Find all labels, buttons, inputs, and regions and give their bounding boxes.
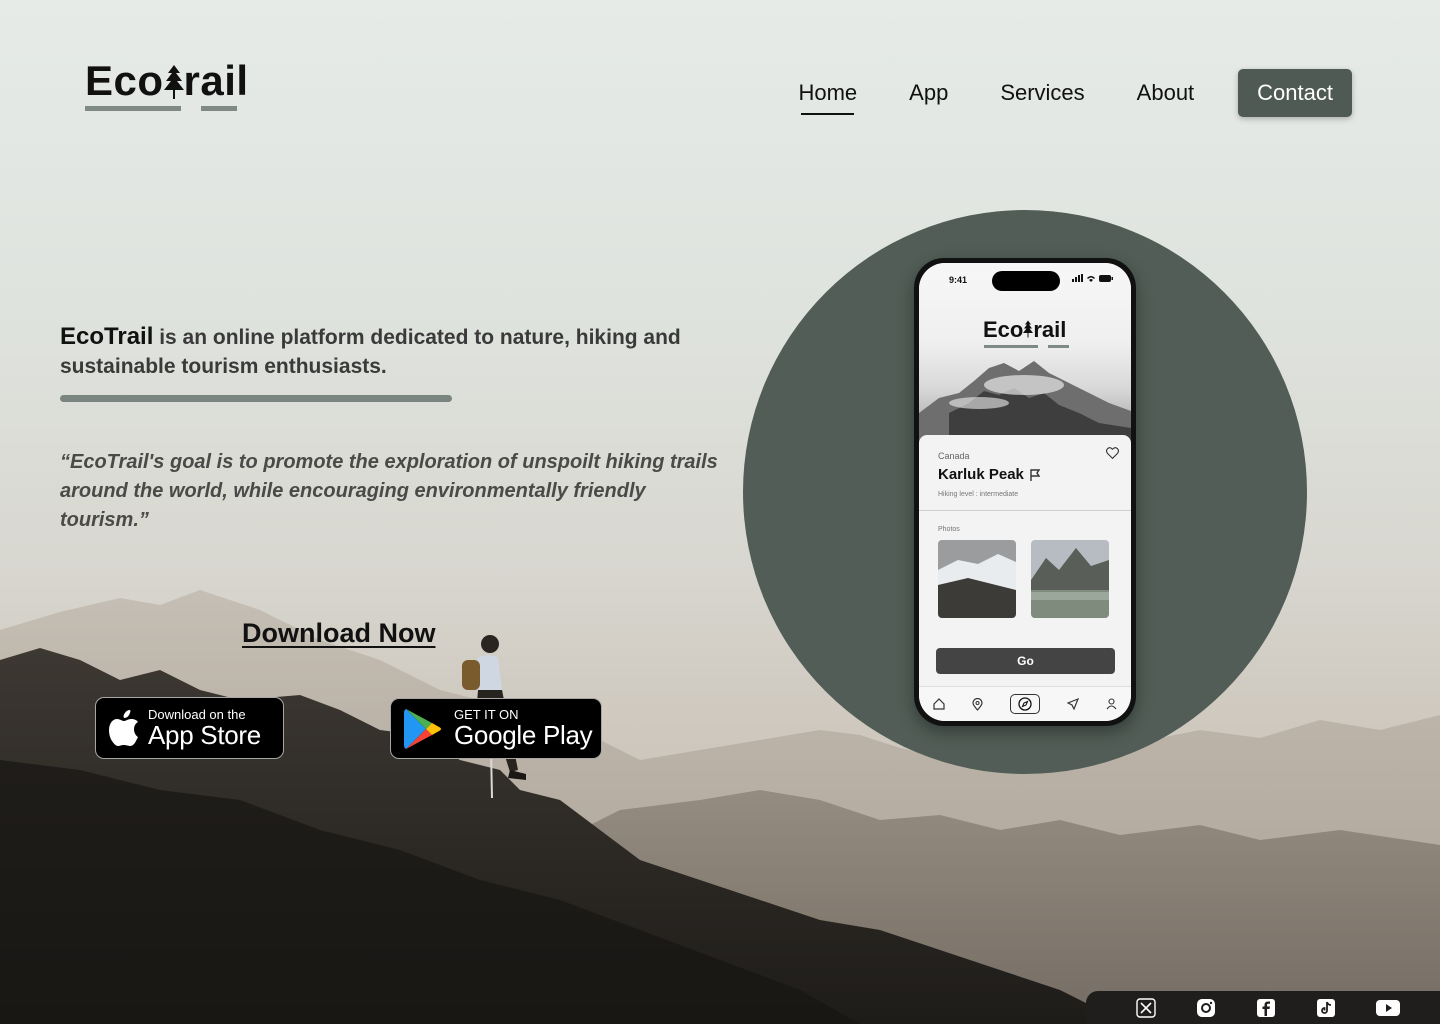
trail-country: Canada [938, 451, 970, 461]
google-play-big-text: Google Play [454, 720, 593, 750]
user-icon[interactable] [1106, 698, 1117, 710]
phone-tab-bar [919, 686, 1131, 721]
main-nav: Home App Services About Contact [746, 69, 1352, 117]
logo-wordmark: Eco rail [85, 57, 249, 104]
send-icon[interactable] [1067, 698, 1080, 710]
facebook-icon[interactable] [1256, 998, 1276, 1018]
phone-logo: Eco rail [983, 317, 1067, 342]
intro-brand-name: EcoTrail [60, 323, 154, 350]
nav-home[interactable]: Home [798, 80, 857, 115]
signal-icon [1072, 274, 1083, 282]
trail-card: Canada Karluk Peak Hiking level : interm… [919, 435, 1131, 687]
photos-label: Photos [938, 526, 960, 533]
photo-thumbnail-2[interactable] [1031, 540, 1109, 618]
dynamic-island [992, 271, 1060, 291]
status-time: 9:41 [949, 275, 968, 285]
go-button[interactable]: Go [936, 648, 1115, 674]
site-logo[interactable]: Eco rail [85, 60, 249, 112]
youtube-icon[interactable] [1376, 999, 1400, 1017]
apple-icon [109, 710, 138, 746]
logo-underline [85, 106, 240, 112]
photo-thumbnail-1[interactable] [938, 540, 1016, 618]
tiktok-icon[interactable] [1316, 998, 1336, 1018]
map-pin-icon[interactable] [972, 697, 983, 711]
google-play-icon [404, 708, 441, 749]
app-store-big-text: App Store [148, 719, 261, 750]
home-icon[interactable] [932, 698, 945, 710]
status-icons [1072, 274, 1113, 282]
contact-button[interactable]: Contact [1238, 69, 1352, 117]
download-now-link[interactable]: Download Now [242, 618, 435, 649]
app-store-small-text: Download on the [148, 706, 246, 722]
x-icon[interactable] [1136, 997, 1156, 1018]
phone-mockup: 9:41 Eco rail Canada Karluk Peak Hiking l… [914, 258, 1136, 726]
trail-level: Hiking level : intermediate [938, 491, 1019, 498]
compass-icon [1018, 697, 1032, 711]
heart-icon[interactable] [1106, 447, 1119, 459]
battery-icon [1099, 274, 1113, 282]
google-play-badge[interactable]: GET IT ON Google Play [390, 698, 602, 759]
pine-tree-icon [163, 65, 184, 99]
flag-icon [1030, 468, 1040, 481]
nav-services[interactable]: Services [1000, 80, 1084, 106]
wifi-icon [1087, 276, 1095, 282]
phone-logo-underline [984, 345, 1070, 348]
trail-title: Karluk Peak [938, 466, 1040, 483]
trail-name: Karluk Peak [938, 466, 1024, 483]
nav-about[interactable]: About [1137, 80, 1195, 106]
card-divider [919, 510, 1131, 511]
intro-divider-bar [60, 395, 452, 402]
intro-text: EcoTrail is an online platform dedicated… [60, 322, 720, 381]
instagram-icon[interactable] [1196, 998, 1216, 1018]
pine-tree-icon [1023, 320, 1034, 338]
mission-quote: “EcoTrail's goal is to promote the explo… [60, 451, 718, 531]
social-bar [1086, 991, 1440, 1024]
nav-app[interactable]: App [909, 80, 948, 106]
phone-screen: 9:41 Eco rail Canada Karluk Peak Hiking l… [919, 263, 1131, 721]
app-store-badge[interactable]: Download on the App Store [95, 697, 284, 759]
compass-tab[interactable] [1009, 694, 1040, 714]
intro-description: is an online platform dedicated to natur… [60, 326, 681, 378]
